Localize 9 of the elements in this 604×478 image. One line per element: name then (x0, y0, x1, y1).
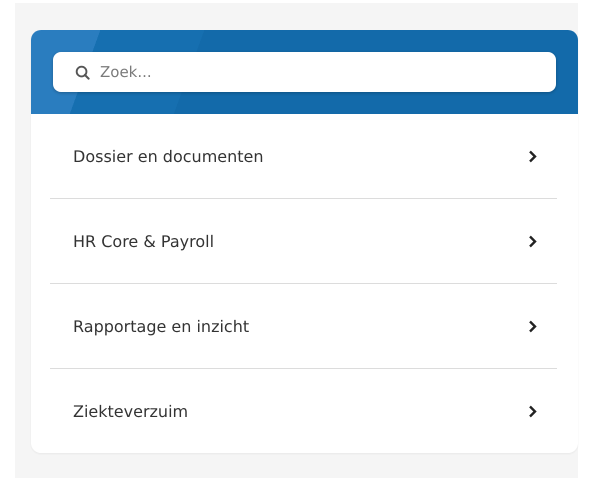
chevron-right-icon (528, 234, 537, 248)
menu-item[interactable]: Dossier en documenten (50, 114, 557, 198)
chevron-right-icon (528, 320, 537, 332)
menu-item[interactable]: Ziekteverzuim (50, 368, 557, 453)
chevron-right-icon (528, 150, 537, 162)
menu-item[interactable]: Rapportage en inzicht (50, 283, 557, 368)
chevron-right-icon (528, 404, 537, 418)
search-field[interactable]: Zoek... (53, 52, 556, 92)
menu-item[interactable]: HR Core & Payroll (50, 198, 557, 283)
